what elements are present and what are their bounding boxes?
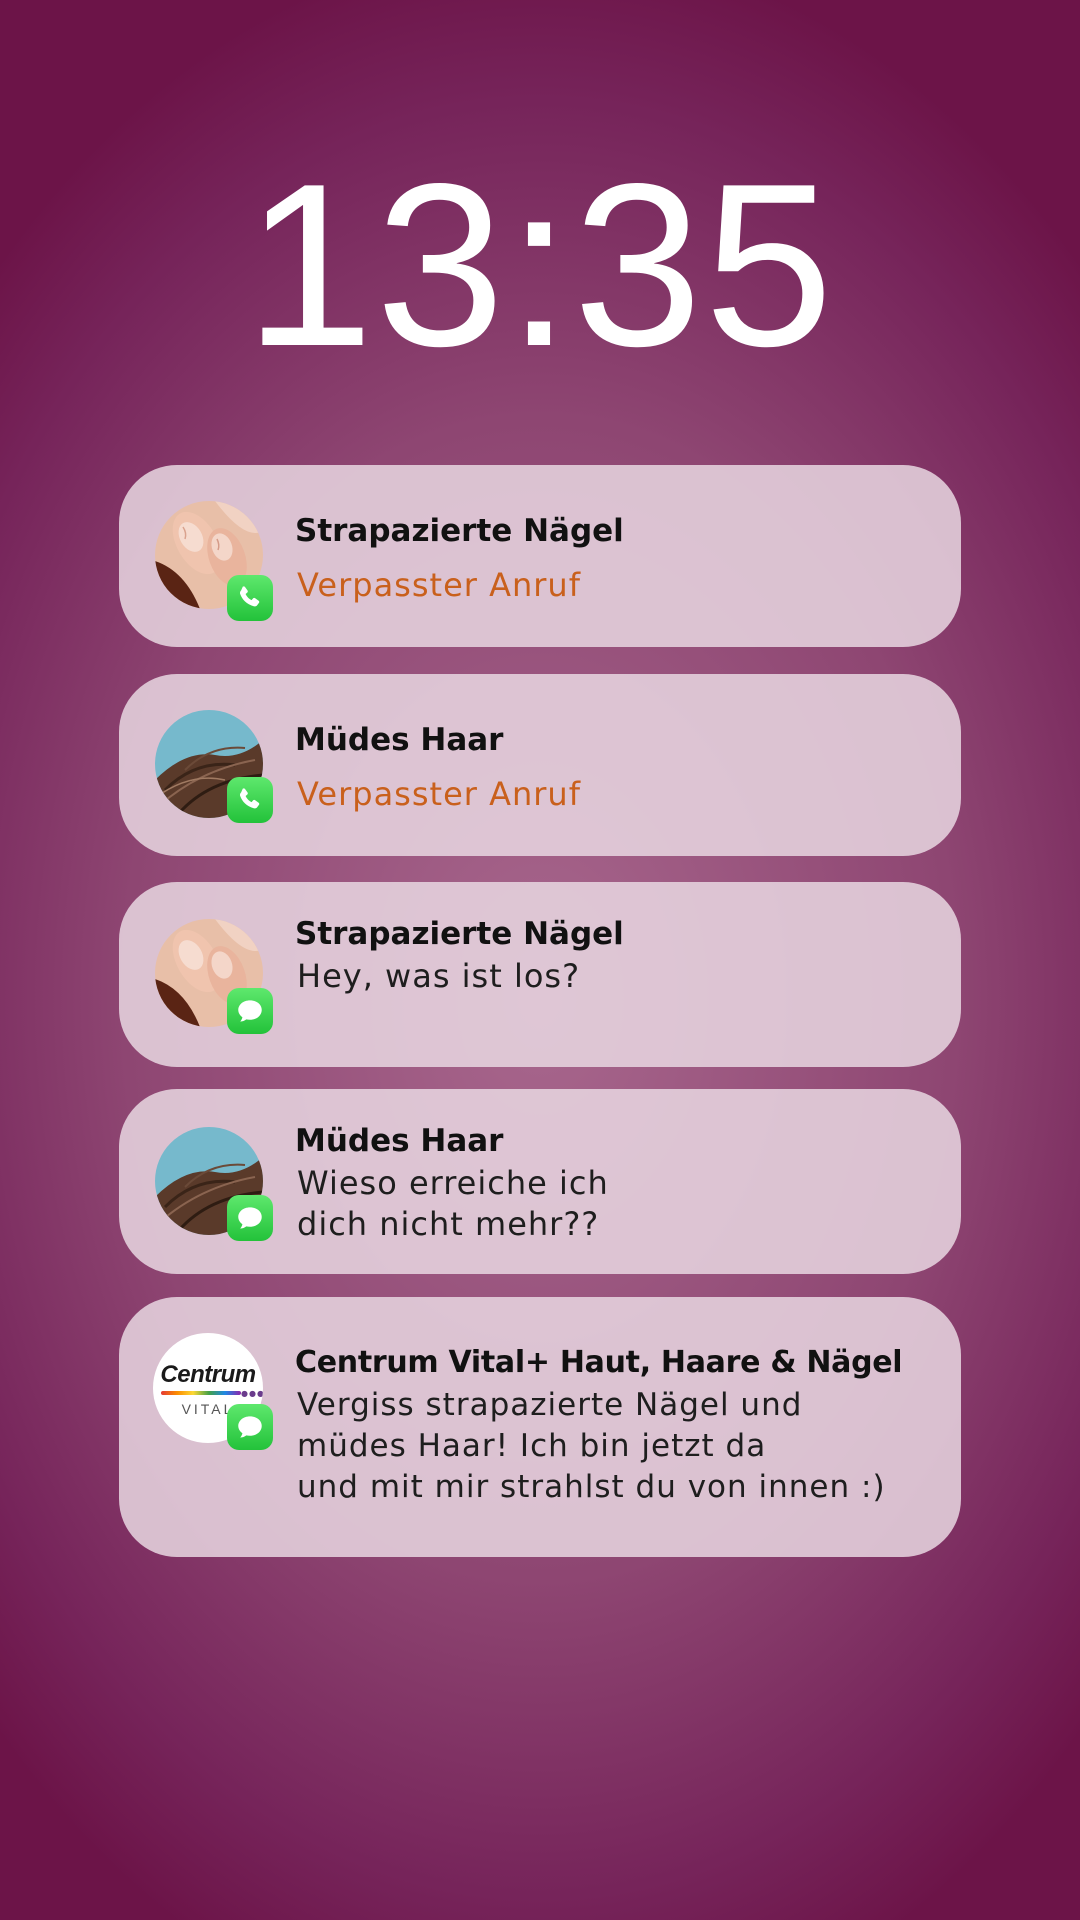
notification-sender: Müdes Haar: [295, 1123, 504, 1159]
message-badge: [227, 988, 273, 1034]
phone-badge: [227, 777, 273, 823]
notification-sender: Müdes Haar: [295, 722, 504, 758]
centrum-logo-dots: ●●●: [241, 1389, 263, 1398]
phone-icon: [239, 586, 260, 607]
notification-body: Verpasster Anruf: [297, 775, 581, 813]
notification-sender: Strapazierte Nägel: [295, 916, 624, 952]
message-icon: [238, 1416, 262, 1438]
notification-body: Vergiss strapazierte Nägel und müdes Haa…: [297, 1387, 886, 1505]
phone-icon: [239, 788, 260, 809]
centrum-logo-rainbow: [161, 1391, 241, 1395]
lockscreen-clock: 13:35: [244, 136, 836, 395]
notification-body: Hey, was ist los?: [297, 957, 581, 995]
phone-badge: [227, 575, 273, 621]
message-icon: [238, 1207, 262, 1229]
notification-card-message-hair[interactable]: Müdes Haar Wieso erreiche ich dich nicht…: [119, 1089, 961, 1274]
notification-card-missed-call-hair[interactable]: Müdes Haar Verpasster Anruf: [119, 674, 961, 856]
notification-card-message-centrum[interactable]: Centrum ●●● VITAL Centrum Vital+ Haut, H…: [119, 1297, 961, 1557]
centrum-logo-text: Centrum: [160, 1361, 256, 1388]
notification-card-message-nails[interactable]: Strapazierte Nägel Hey, was ist los?: [119, 882, 961, 1067]
message-icon: [238, 1000, 262, 1022]
message-badge: [227, 1404, 273, 1450]
notification-sender: Strapazierte Nägel: [295, 513, 624, 549]
notification-body: Verpasster Anruf: [297, 566, 581, 604]
message-badge: [227, 1195, 273, 1241]
notification-body: Wieso erreiche ich dich nicht mehr??: [297, 1164, 609, 1243]
notification-sender: Centrum Vital+ Haut, Haare & Nägel: [295, 1345, 903, 1380]
notification-card-missed-call-nails[interactable]: Strapazierte Nägel Verpasster Anruf: [119, 465, 961, 647]
